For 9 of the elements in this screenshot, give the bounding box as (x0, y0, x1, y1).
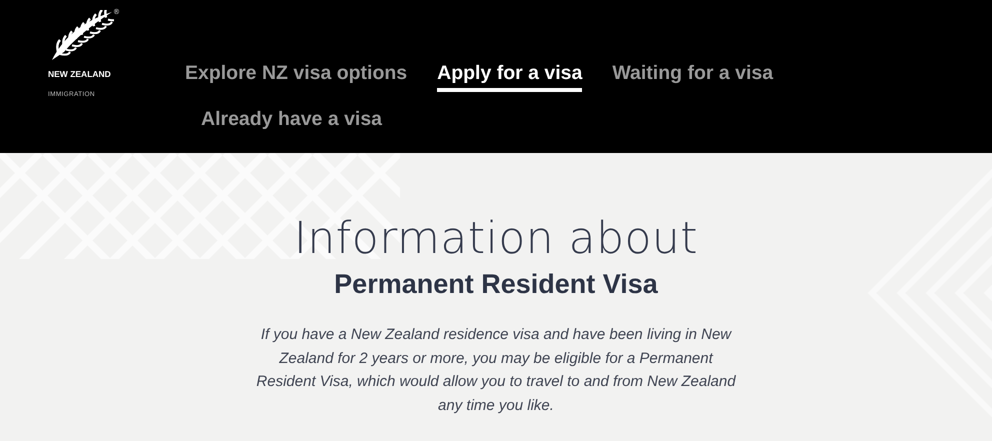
nav-tab[interactable]: Already have a visa (201, 104, 382, 138)
logo-text: NEW ZEALAND (48, 69, 111, 79)
page-subheading: Permanent Resident Visa (334, 268, 658, 301)
page-heading: Information about (294, 212, 698, 266)
nav-tab[interactable]: Explore NZ visa options (185, 58, 408, 92)
fern-icon (50, 10, 114, 62)
description-text: If you have a New Zealand residence visa and have been living in New Zealand for 2 years or more, you may be eligible for a Permanent Resident Visa, which would allow you to travel to and from New Zealand any time you like. (255, 325, 737, 416)
nav-tab[interactable]: Apply for a visa (437, 58, 582, 92)
nav-tab[interactable]: Waiting for a visa (612, 58, 774, 92)
